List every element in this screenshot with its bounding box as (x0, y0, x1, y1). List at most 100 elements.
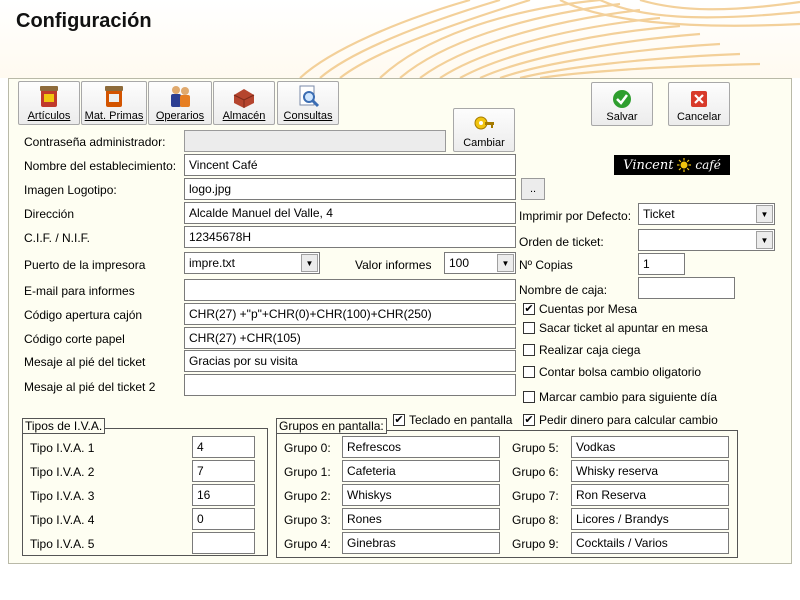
chk-marcar-cambio[interactable]: Marcar cambio para siguiente día (523, 390, 717, 404)
iva-4-input[interactable]: 0 (192, 508, 255, 530)
checkbox-icon[interactable] (523, 322, 535, 334)
chk-cuentas-mesa[interactable]: ✔ Cuentas por Mesa (523, 302, 637, 316)
imprimir-select[interactable]: Ticket ▼ (638, 203, 775, 225)
email-input[interactable] (184, 279, 516, 301)
iva-1-input[interactable]: 4 (192, 436, 255, 458)
grupo-6-input[interactable]: Whisky reserva (571, 460, 729, 482)
puerto-select[interactable]: impre.txt ▼ (184, 252, 320, 274)
chk-bolsa-cambio[interactable]: Contar bolsa cambio oligatorio (523, 365, 701, 379)
operarios-button[interactable]: Operarios (148, 81, 212, 125)
operarios-label: Operarios (155, 110, 205, 122)
consultas-button[interactable]: Consultas (277, 81, 339, 125)
orden-select[interactable]: ▼ (638, 229, 775, 251)
close-icon (691, 91, 707, 107)
nombre-input[interactable]: Vincent Café (184, 154, 516, 176)
grupo-2-input[interactable]: Whiskys (342, 484, 500, 506)
msg-pie2-label: Mesaje al pié del ticket 2 (24, 380, 156, 394)
grupo-0-input[interactable]: Refrescos (342, 436, 500, 458)
chk-sacar-ticket-label: Sacar ticket al apuntar en mesa (539, 321, 708, 335)
logo-text-right: café (695, 158, 721, 172)
chevron-down-icon[interactable]: ▼ (301, 254, 318, 272)
chk-teclado-pantalla[interactable]: ✔ Teclado en pantalla (393, 413, 512, 427)
chk-pedir-dinero-label: Pedir dinero para calcular cambio (539, 413, 718, 427)
grupo-3-input[interactable]: Rones (342, 508, 500, 530)
grupo-4-label: Grupo 4: (284, 537, 331, 551)
msg-pie-input[interactable]: Gracias por su visita (184, 350, 516, 372)
brick-icon (233, 89, 255, 108)
checkbox-icon[interactable]: ✔ (393, 414, 405, 426)
grupo-5-input[interactable]: Vodkas (571, 436, 729, 458)
articulos-button[interactable]: Artículos (18, 81, 80, 125)
grupo-1-input[interactable]: Cafeteria (342, 460, 500, 482)
grupo-8-input[interactable]: Licores / Brandys (571, 508, 729, 530)
admin-password-input[interactable] (184, 130, 446, 152)
chk-pedir-dinero[interactable]: ✔ Pedir dinero para calcular cambio (523, 413, 718, 427)
chevron-down-icon[interactable]: ▼ (756, 231, 773, 249)
cod-cajon-label: Código apertura cajón (24, 308, 143, 322)
nombre-label: Nombre del establecimiento: (24, 159, 177, 173)
valor-informes-select[interactable]: 100 ▼ (444, 252, 516, 274)
check-circle-icon (613, 90, 631, 108)
jar-icon (40, 86, 58, 107)
chevron-down-icon[interactable]: ▼ (756, 205, 773, 223)
chk-marcar-cambio-label: Marcar cambio para siguiente día (539, 390, 718, 404)
msg-pie2-input[interactable] (184, 374, 516, 396)
grupo-7-input[interactable]: Ron Reserva (571, 484, 729, 506)
msg-pie-label: Mesaje al pié del ticket (24, 355, 146, 369)
logo-label: Imagen Logotipo: (24, 183, 117, 197)
grupo-9-label: Grupo 9: (512, 537, 559, 551)
almacen-button[interactable]: Almacén (213, 81, 275, 125)
cif-input[interactable]: 12345678H (184, 226, 516, 248)
checkbox-icon[interactable]: ✔ (523, 303, 535, 315)
copias-label: Nº Copias (519, 258, 573, 272)
logo-input[interactable]: logo.jpg (184, 178, 516, 200)
grupo-3-label: Grupo 3: (284, 513, 331, 527)
cod-corte-input[interactable]: CHR(27) +CHR(105) (184, 327, 516, 349)
iva-2-input[interactable]: 7 (192, 460, 255, 482)
nombre-caja-input[interactable] (638, 277, 735, 299)
iva-3-label: Tipo I.V.A. 3 (30, 489, 95, 503)
iva-5-input[interactable] (192, 532, 255, 554)
page-title: Configuración (16, 10, 152, 32)
puerto-label: Puerto de la impresora (24, 258, 146, 272)
checkbox-icon[interactable]: ✔ (523, 414, 535, 426)
checkbox-icon[interactable] (523, 391, 535, 403)
salvar-button[interactable]: Salvar (591, 82, 653, 126)
iva-1-label: Tipo I.V.A. 1 (30, 441, 95, 455)
grupo-7-label: Grupo 7: (512, 489, 559, 503)
direccion-input[interactable]: Alcalde Manuel del Valle, 4 (184, 202, 516, 224)
mat-primas-button[interactable]: Mat. Primas (81, 81, 147, 125)
chk-teclado-pantalla-label: Teclado en pantalla (409, 413, 513, 427)
logo-text-left: Vincent (623, 157, 674, 173)
magnifier-document-icon (299, 85, 320, 108)
iva-5-label: Tipo I.V.A. 5 (30, 537, 95, 551)
cancelar-button[interactable]: Cancelar (668, 82, 730, 126)
grupo-4-input[interactable]: Ginebras (342, 532, 500, 554)
iva-group-title: Tipos de I.V.A. (22, 418, 106, 434)
grupo-9-input[interactable]: Cocktails / Varios (571, 532, 729, 554)
puerto-value: impre.txt (189, 256, 236, 270)
iva-3-input[interactable]: 16 (192, 484, 255, 506)
browse-logo-button[interactable]: .. (521, 178, 545, 200)
nombre-caja-label: Nombre de caja: (519, 283, 608, 297)
chk-sacar-ticket[interactable]: Sacar ticket al apuntar en mesa (523, 321, 708, 335)
imprimir-label: Imprimir por Defecto: (519, 209, 632, 223)
grupo-0-label: Grupo 0: (284, 441, 331, 455)
checkbox-icon[interactable] (523, 366, 535, 378)
cod-cajon-input[interactable]: CHR(27) +"p"+CHR(0)+CHR(100)+CHR(250) (184, 303, 516, 325)
chevron-down-icon[interactable]: ▼ (497, 254, 514, 272)
email-label: E-mail para informes (24, 284, 135, 298)
checkbox-icon[interactable] (523, 344, 535, 356)
direccion-label: Dirección (24, 207, 75, 221)
salvar-label: Salvar (606, 111, 638, 123)
valor-informes-value: 100 (449, 256, 470, 270)
copias-input[interactable]: 1 (638, 253, 685, 275)
cancelar-label: Cancelar (676, 111, 722, 123)
chk-caja-ciega[interactable]: Realizar caja ciega (523, 343, 640, 357)
cambiar-button[interactable]: Cambiar (453, 108, 515, 152)
iva-2-label: Tipo I.V.A. 2 (30, 465, 95, 479)
admin-password-label: Contraseña administrador: (24, 135, 166, 149)
imprimir-value: Ticket (643, 207, 675, 221)
grupos-group-title: Grupos en pantalla: (276, 418, 387, 434)
grupo-8-label: Grupo 8: (512, 513, 559, 527)
